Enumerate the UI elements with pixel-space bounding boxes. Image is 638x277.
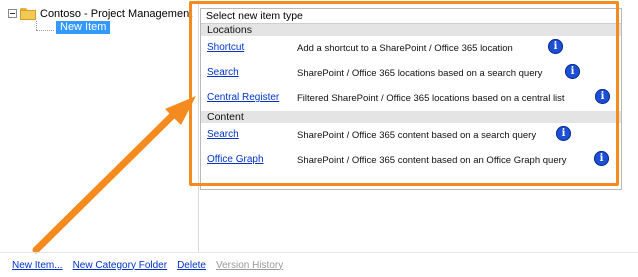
collapse-icon[interactable] (8, 9, 17, 18)
tree-connector (36, 21, 37, 30)
highlight-callout-box (189, 1, 619, 186)
folder-icon (20, 7, 36, 20)
delete-button[interactable]: Delete (177, 260, 206, 271)
new-category-folder-button[interactable]: New Category Folder (73, 260, 167, 271)
navigation-tree: Contoso - Project Management New Item (0, 0, 198, 252)
version-history-button: Version History (215, 259, 284, 271)
tree-item-new-item[interactable]: New Item (56, 21, 111, 34)
bottom-toolbar: New Item... New Category Folder Delete V… (0, 253, 638, 277)
new-item-button[interactable]: New Item... (12, 260, 63, 271)
tree-root-node[interactable]: Contoso - Project Management (8, 6, 192, 21)
tree-connector (36, 30, 54, 31)
tree-root-label: Contoso - Project Management (40, 7, 193, 20)
